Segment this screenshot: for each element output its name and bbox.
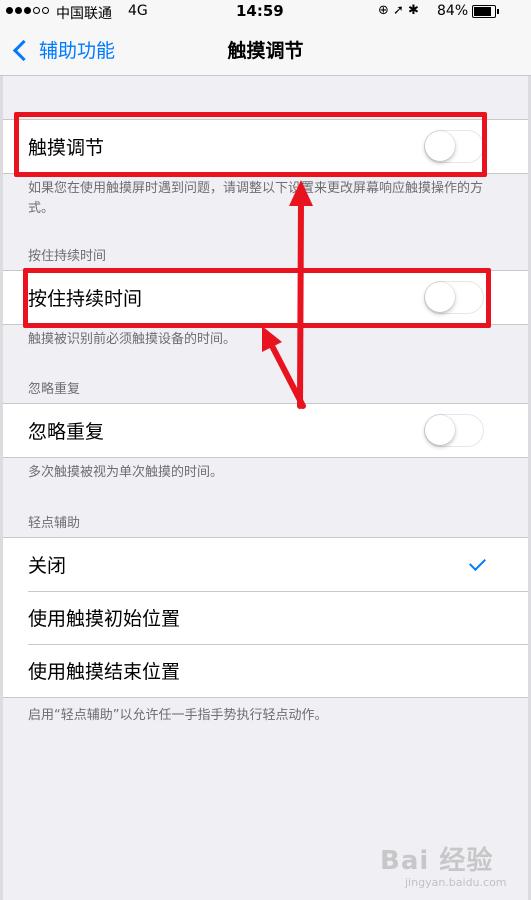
baidu-watermark: Bai 经验 — [380, 846, 494, 876]
annotation-arrow-up — [297, 197, 304, 409]
annotation-arrowhead-up — [289, 180, 313, 206]
baidu-watermark-url: jingyan.baidu.com — [405, 876, 507, 889]
annotation-arrows — [262, 180, 313, 409]
